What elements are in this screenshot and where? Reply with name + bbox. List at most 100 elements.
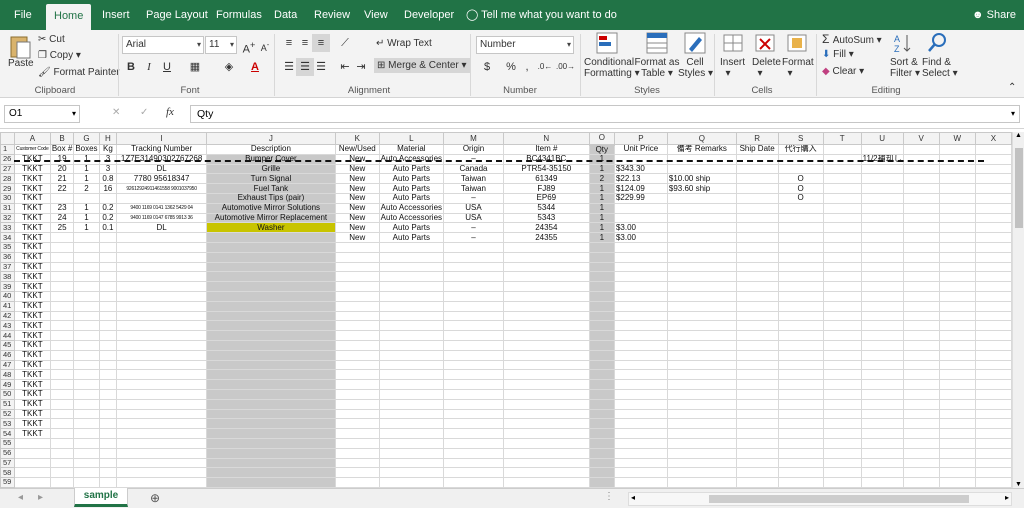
cell[interactable] — [666, 281, 737, 292]
cell[interactable] — [49, 330, 75, 341]
cell[interactable] — [443, 369, 504, 381]
cell-styles-icon[interactable] — [684, 32, 706, 54]
header-cell[interactable] — [902, 144, 940, 155]
row-header[interactable]: 35 — [0, 241, 15, 253]
cell[interactable] — [735, 202, 779, 214]
cell[interactable] — [334, 241, 380, 253]
cell[interactable] — [777, 457, 824, 469]
cell[interactable] — [938, 447, 976, 459]
format-cells-icon[interactable] — [786, 32, 808, 54]
cell[interactable] — [98, 192, 118, 204]
row-header[interactable]: 45 — [0, 339, 15, 351]
cell[interactable] — [938, 310, 976, 322]
cell[interactable]: $343.30 — [613, 163, 668, 175]
cell[interactable] — [334, 300, 380, 312]
header-cell[interactable]: Boxes — [73, 144, 100, 155]
cell[interactable] — [735, 163, 779, 175]
cell[interactable] — [116, 310, 207, 322]
bold-button[interactable]: B — [122, 58, 140, 76]
cell[interactable] — [860, 467, 904, 479]
cell[interactable] — [860, 300, 904, 312]
cell[interactable] — [116, 261, 207, 273]
cell[interactable] — [860, 232, 904, 243]
cell[interactable] — [822, 261, 862, 273]
cell[interactable]: TKKT — [13, 232, 51, 243]
cell[interactable]: TKKT — [13, 290, 51, 302]
cell[interactable]: 1 — [588, 202, 615, 214]
cell[interactable] — [613, 202, 668, 214]
cell[interactable]: TKKT — [13, 251, 51, 263]
cell[interactable] — [378, 398, 445, 410]
cell[interactable] — [49, 300, 75, 312]
cell[interactable] — [938, 202, 976, 214]
cell[interactable]: New — [334, 222, 380, 234]
cell[interactable]: 22 — [49, 183, 75, 194]
cell[interactable] — [205, 437, 336, 449]
cell[interactable] — [116, 300, 207, 312]
cell[interactable] — [822, 428, 862, 439]
cell[interactable] — [443, 359, 504, 371]
cell[interactable] — [49, 310, 75, 322]
cell[interactable] — [735, 418, 779, 430]
cell[interactable] — [902, 192, 940, 204]
cell[interactable] — [777, 437, 824, 449]
cell[interactable]: 1 — [588, 222, 615, 234]
cell[interactable] — [502, 281, 590, 292]
cell[interactable] — [502, 418, 590, 430]
cell[interactable] — [205, 271, 336, 283]
cell[interactable] — [902, 339, 940, 351]
cell[interactable] — [334, 428, 380, 439]
cell[interactable] — [98, 251, 118, 263]
cell[interactable] — [666, 310, 737, 322]
cell[interactable] — [902, 398, 940, 410]
cell[interactable] — [902, 408, 940, 420]
cell[interactable] — [73, 251, 100, 263]
cell[interactable] — [334, 320, 380, 332]
cell[interactable]: New — [334, 163, 380, 175]
column-header-o[interactable]: O — [588, 132, 615, 146]
header-cell[interactable]: Customer Code — [13, 144, 51, 155]
cell[interactable]: 5344 — [502, 202, 590, 214]
cell[interactable] — [205, 339, 336, 351]
cell[interactable] — [822, 173, 862, 185]
cell[interactable] — [98, 428, 118, 439]
cell[interactable] — [588, 339, 615, 351]
cell[interactable] — [974, 202, 1012, 214]
horizontal-scroll-thumb[interactable] — [709, 495, 969, 503]
cell[interactable] — [902, 281, 940, 292]
cell[interactable] — [98, 359, 118, 371]
cell[interactable] — [666, 300, 737, 312]
cell[interactable] — [73, 290, 100, 302]
cell[interactable] — [205, 349, 336, 361]
cell[interactable] — [613, 477, 668, 488]
cell[interactable] — [613, 379, 668, 390]
cell[interactable]: FJ89 — [502, 183, 590, 194]
cell[interactable] — [735, 192, 779, 204]
row-header[interactable]: 46 — [0, 349, 15, 361]
column-header-v[interactable]: V — [902, 132, 940, 145]
cell[interactable] — [116, 447, 207, 459]
clear-button[interactable]: ◆ Clear ▾ — [822, 66, 864, 77]
cell[interactable] — [974, 290, 1012, 302]
row-header[interactable]: 30 — [0, 192, 15, 204]
cell[interactable] — [777, 467, 824, 479]
cell[interactable] — [735, 232, 779, 243]
cell[interactable] — [49, 232, 75, 243]
tab-insert[interactable]: Insert — [102, 0, 130, 30]
cell[interactable] — [98, 320, 118, 332]
cell[interactable] — [588, 281, 615, 292]
row-header[interactable]: 48 — [0, 369, 15, 381]
cell[interactable] — [49, 271, 75, 283]
cell[interactable] — [378, 310, 445, 322]
cell[interactable] — [735, 428, 779, 439]
cell[interactable] — [443, 261, 504, 273]
cell[interactable]: Automotive Mirror Solutions — [205, 202, 336, 214]
cell[interactable]: TKKT — [13, 300, 51, 312]
cell[interactable] — [735, 349, 779, 361]
cell[interactable] — [822, 232, 862, 243]
cell[interactable] — [822, 192, 862, 204]
cell[interactable] — [735, 300, 779, 312]
cell[interactable] — [378, 241, 445, 253]
cell[interactable]: Automotive Mirror Replacement — [205, 212, 336, 224]
cell[interactable]: 1 — [588, 163, 615, 175]
